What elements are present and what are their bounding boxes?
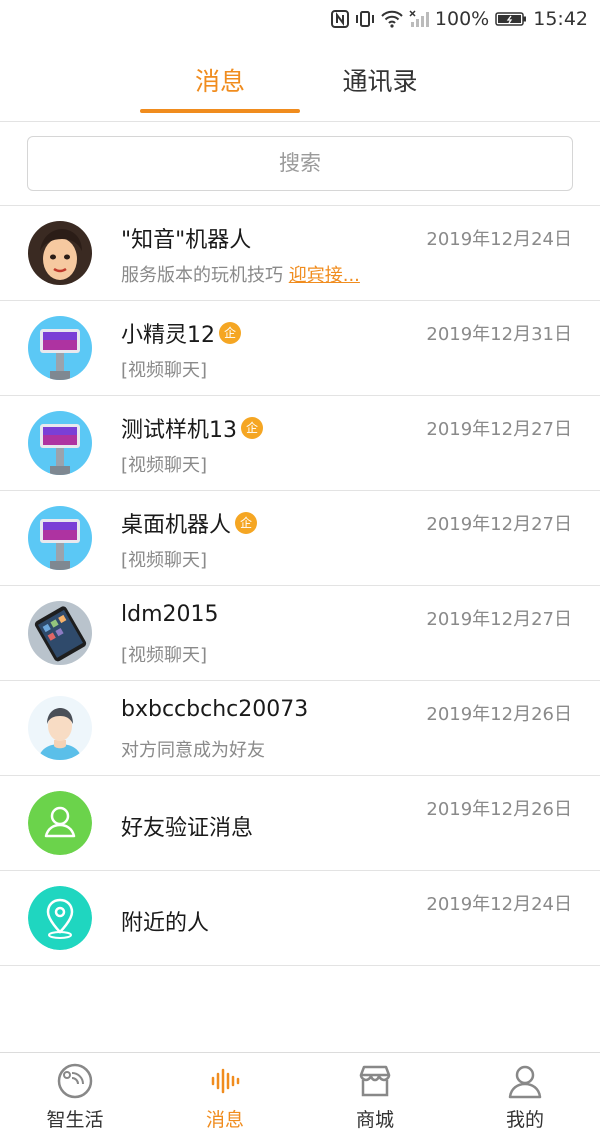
conversation-date: 2019年12月26日 bbox=[426, 799, 572, 820]
conversation-name: 好友验证消息 bbox=[121, 816, 254, 841]
preview-link[interactable]: 迎宾接... bbox=[289, 265, 360, 286]
battery-percent: 100% bbox=[434, 8, 490, 30]
conversation-row[interactable]: 好友验证消息 2019年12月26日 bbox=[0, 776, 600, 871]
woman-avatar bbox=[28, 221, 92, 285]
search-bar: 搜索 bbox=[0, 122, 600, 206]
conversation-row[interactable]: "知音"机器人 服务版本的玩机技巧 迎宾接... 2019年12月24日 bbox=[0, 206, 600, 301]
conversation-row[interactable]: 测试样机13 企 [视频聊天] 2019年12月27日 bbox=[0, 396, 600, 491]
vibrate-icon bbox=[355, 10, 375, 28]
message-wave-icon bbox=[211, 1068, 240, 1094]
tab-messages[interactable]: 消息 bbox=[140, 62, 300, 98]
conversation-name: 桌面机器人企 bbox=[121, 507, 258, 539]
store-icon bbox=[359, 1065, 391, 1097]
conversation-row[interactable]: bxbccbchc20073 对方同意成为好友 2019年12月26日 bbox=[0, 681, 600, 776]
conversation-row[interactable]: 桌面机器人企 [视频聊天] 2019年12月27日 bbox=[0, 491, 600, 586]
robot-avatar bbox=[28, 506, 92, 570]
active-tab-indicator bbox=[140, 109, 300, 113]
nav-label: 消息 bbox=[205, 1109, 244, 1131]
tablet-avatar bbox=[28, 601, 92, 665]
friend-verify-icon bbox=[28, 791, 92, 855]
conversation-date: 2019年12月24日 bbox=[426, 229, 572, 250]
nav-label: 商城 bbox=[355, 1109, 394, 1131]
battery-icon bbox=[495, 11, 527, 27]
bottom-navigation: 智生活 消息 商城 我的 bbox=[0, 1052, 600, 1133]
nav-label: 智生活 bbox=[46, 1109, 104, 1131]
conversation-row[interactable]: ldm2015 [视频聊天] 2019年12月27日 bbox=[0, 586, 600, 681]
enterprise-badge: 企 bbox=[241, 417, 263, 439]
conversation-name: 小精灵12 企 bbox=[121, 317, 241, 349]
robot-avatar bbox=[28, 316, 92, 380]
conversation-date: 2019年12月26日 bbox=[426, 704, 572, 725]
man-avatar bbox=[28, 696, 92, 760]
signal-icon bbox=[409, 10, 429, 28]
conversation-name: 附近的人 bbox=[121, 911, 210, 936]
conversation-list: "知音"机器人 服务版本的玩机技巧 迎宾接... 2019年12月24日 小精灵… bbox=[0, 206, 600, 966]
status-bar: 100% 15:42 bbox=[0, 0, 600, 40]
nearby-location-icon bbox=[28, 886, 92, 950]
conversation-preview: 对方同意成为好友 bbox=[121, 740, 265, 761]
conversation-date: 2019年12月24日 bbox=[426, 894, 572, 915]
conversation-preview: [视频聊天] bbox=[121, 645, 208, 666]
profile-icon bbox=[508, 1065, 542, 1099]
conversation-preview: 服务版本的玩机技巧 迎宾接... bbox=[121, 265, 360, 286]
conversation-date: 2019年12月27日 bbox=[426, 419, 572, 440]
conversation-name: ldm2015 bbox=[121, 602, 219, 627]
enterprise-badge: 企 bbox=[235, 512, 258, 534]
nav-profile[interactable]: 我的 bbox=[465, 1061, 585, 1132]
tab-contacts[interactable]: 通讯录 bbox=[300, 62, 460, 98]
conversation-preview: [视频聊天] bbox=[121, 360, 208, 381]
wifi-icon bbox=[381, 10, 403, 28]
clock: 15:42 bbox=[533, 8, 588, 30]
conversation-preview: [视频聊天] bbox=[121, 455, 208, 476]
conversation-date: 2019年12月27日 bbox=[426, 609, 572, 630]
nav-label: 我的 bbox=[505, 1109, 544, 1131]
status-icons: 100% 15:42 bbox=[330, 8, 588, 30]
conversation-date: 2019年12月31日 bbox=[426, 324, 572, 345]
nav-messages[interactable]: 消息 bbox=[165, 1061, 285, 1132]
search-input[interactable]: 搜索 bbox=[27, 136, 573, 191]
conversation-row[interactable]: 附近的人 2019年12月24日 bbox=[0, 871, 600, 966]
enterprise-badge: 企 bbox=[219, 322, 241, 344]
conversation-preview: [视频聊天] bbox=[121, 550, 208, 571]
top-tabs: 消息 通讯录 bbox=[0, 40, 600, 122]
conversation-row[interactable]: 小精灵12 企 [视频聊天] 2019年12月31日 bbox=[0, 301, 600, 396]
nfc-icon bbox=[330, 10, 349, 28]
conversation-name: "知音"机器人 bbox=[121, 228, 252, 253]
conversation-date: 2019年12月27日 bbox=[426, 514, 572, 535]
nav-smart-life[interactable]: 智生活 bbox=[15, 1061, 135, 1132]
conversation-name: 测试样机13 企 bbox=[121, 412, 263, 444]
robot-avatar bbox=[28, 411, 92, 475]
conversation-name: bxbccbchc20073 bbox=[121, 697, 309, 722]
nav-store[interactable]: 商城 bbox=[315, 1061, 435, 1132]
smart-life-icon bbox=[57, 1063, 93, 1099]
